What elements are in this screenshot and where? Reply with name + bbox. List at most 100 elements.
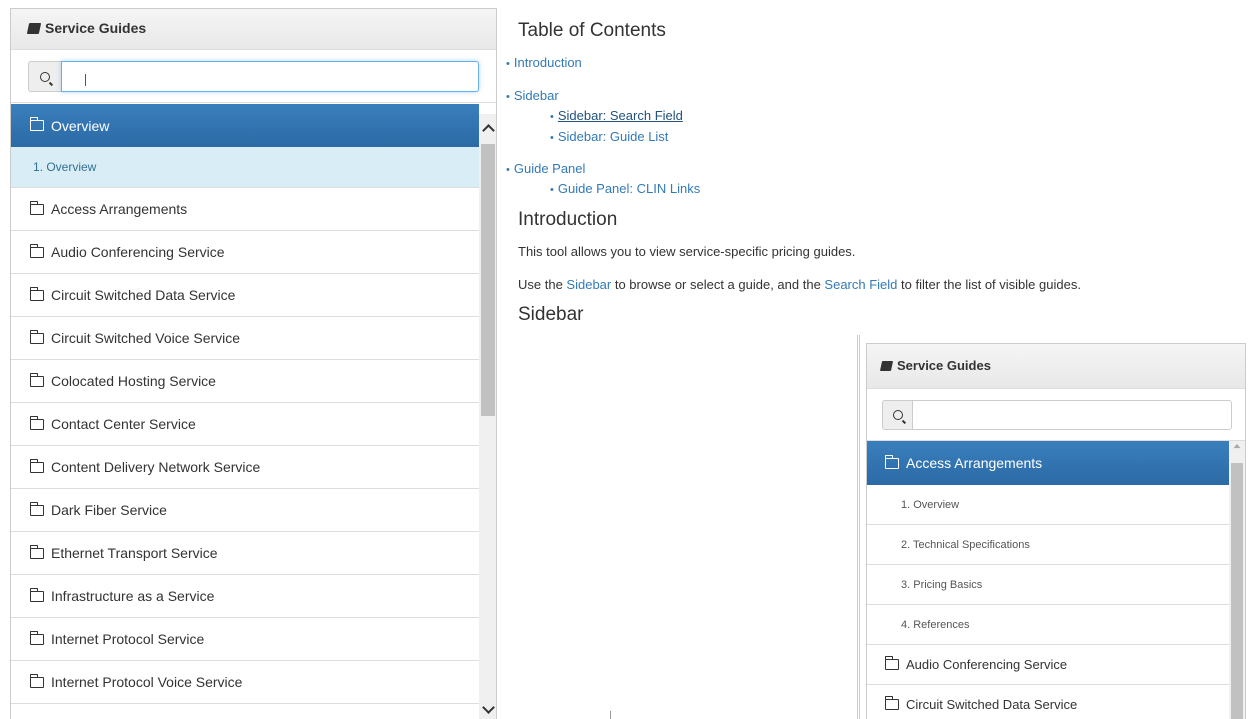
list-item[interactable]: Audio Conferencing Service — [11, 231, 479, 274]
illustration-frame: Service Guides Access Arrangements 1. Ov… — [866, 343, 1246, 719]
list-item-label: Internet Protocol Voice Service — [51, 674, 243, 690]
scroll-up-icon[interactable] — [479, 114, 496, 142]
list-item[interactable]: Circuit Switched Voice Service — [11, 317, 479, 360]
folder-icon — [29, 372, 44, 387]
illustration-title: Service Guides — [897, 358, 991, 373]
list-item-label: Content Delivery Network Service — [51, 459, 261, 475]
list-item-label: Colocated Hosting Service — [51, 373, 216, 389]
illustration-sub-label: 1. Overview — [901, 498, 960, 511]
toc-link-sidebar-list[interactable]: Sidebar: Guide List — [558, 129, 669, 144]
illustration-sub-item: 1. Overview — [867, 485, 1229, 525]
list-item[interactable]: Internet Protocol Voice Service — [11, 661, 479, 704]
list-item[interactable]: Ethernet Transport Service — [11, 532, 479, 575]
folder-icon — [29, 458, 44, 473]
folder-icon — [29, 200, 44, 215]
search-field-link[interactable]: Search Field — [824, 277, 897, 292]
toc-link-guide-panel-clin[interactable]: Guide Panel: CLIN Links — [558, 181, 700, 196]
guide-list: Overview 1. Overview Access Arrangements… — [11, 104, 479, 704]
folder-icon — [29, 415, 44, 430]
toc-link-guide-panel[interactable]: Guide Panel — [514, 161, 586, 176]
toc-item-introduction: • Introduction — [506, 55, 582, 70]
list-item[interactable]: Content Delivery Network Service — [11, 446, 479, 489]
toc-item-guide-panel-clin: • Guide Panel: CLIN Links — [550, 181, 701, 196]
folder-icon — [29, 544, 44, 559]
toc-item-sidebar: • Sidebar — [506, 88, 559, 103]
illustration-item-active: Access Arrangements — [867, 441, 1229, 485]
illustration-sub-label: 4. References — [901, 618, 970, 631]
search-input[interactable] — [61, 61, 479, 92]
folder-icon — [29, 329, 44, 344]
illustration-sub-item: 3. Pricing Basics — [867, 565, 1229, 605]
toc-item-guide-panel: • Guide Panel — [506, 161, 586, 176]
toc-item-sidebar-list: • Sidebar: Guide List — [550, 129, 669, 144]
illustration-item-label: Audio Conferencing Service — [906, 657, 1068, 672]
toc-title: Table of Contents — [518, 20, 666, 41]
sidebar-search — [11, 50, 496, 103]
list-item[interactable]: Contact Center Service — [11, 403, 479, 446]
list-item-label: Circuit Switched Voice Service — [51, 330, 241, 346]
toc-link-sidebar[interactable]: Sidebar — [514, 88, 559, 103]
list-item-label: Circuit Switched Data Service — [51, 287, 236, 303]
scroll-down-icon[interactable] — [479, 700, 496, 719]
illustration-item: Audio Conferencing Service — [867, 645, 1229, 685]
search-icon — [28, 61, 61, 92]
sidebar-header: Service Guides — [11, 9, 496, 50]
illustration-search — [867, 389, 1245, 441]
sub-item-overview[interactable]: 1. Overview — [11, 147, 479, 188]
illustration-search-input — [912, 400, 1232, 430]
list-item-label: Infrastructure as a Service — [51, 588, 215, 604]
folder-icon — [29, 286, 44, 301]
list-item[interactable]: Internet Protocol Service — [11, 618, 479, 661]
scroll-thumb[interactable] — [481, 144, 495, 416]
book-icon — [879, 361, 894, 371]
list-item-label: Ethernet Transport Service — [51, 545, 218, 561]
intro-text: to browse or select a guide, and the — [611, 277, 825, 292]
toc-link-introduction[interactable]: Introduction — [514, 55, 582, 70]
intro-text: to filter the list of visible guides. — [897, 277, 1081, 292]
intro-paragraph-1: This tool allows you to view service-spe… — [518, 244, 856, 259]
list-item-label: Contact Center Service — [51, 416, 196, 432]
sidebar-heading: Sidebar — [518, 304, 584, 325]
folder-icon — [29, 501, 44, 516]
folder-icon — [29, 243, 44, 258]
list-item[interactable]: Circuit Switched Data Service — [11, 274, 479, 317]
text-cursor — [85, 74, 86, 86]
list-item-label: Audio Conferencing Service — [51, 244, 225, 260]
sidebar-title: Service Guides — [45, 20, 147, 36]
list-item-label: Overview — [51, 117, 110, 134]
list-item-overview[interactable]: Overview — [11, 104, 479, 147]
toc-item-sidebar-search: • Sidebar: Search Field — [550, 108, 683, 123]
folder-icon — [884, 696, 899, 710]
list-item[interactable]: Infrastructure as a Service — [11, 575, 479, 618]
illustration-item-label: Access Arrangements — [906, 455, 1043, 471]
list-item[interactable]: Access Arrangements — [11, 188, 479, 231]
intro-text: Use the — [518, 277, 567, 292]
illustration-list: Access Arrangements 1. Overview 2. Techn… — [867, 441, 1229, 719]
folder-icon — [29, 587, 44, 602]
illustration-scroll-thumb — [1231, 463, 1243, 719]
illustration-sub-item: 2. Technical Specifications — [867, 525, 1229, 565]
folder-icon — [884, 656, 899, 670]
toc-link-sidebar-search[interactable]: Sidebar: Search Field — [558, 108, 683, 123]
list-item-label: Access Arrangements — [51, 201, 188, 217]
folder-icon — [29, 630, 44, 645]
illustration-sub-label: 3. Pricing Basics — [901, 578, 983, 591]
introduction-heading: Introduction — [518, 209, 618, 230]
sidebar-scrollbar[interactable] — [479, 114, 496, 719]
illustration-sub-item: 4. References — [867, 605, 1229, 645]
list-item[interactable]: Colocated Hosting Service — [11, 360, 479, 403]
sub-item-label: 1. Overview — [33, 160, 97, 174]
list-item[interactable]: Dark Fiber Service — [11, 489, 479, 532]
list-item-label: Internet Protocol Service — [51, 631, 205, 647]
sidebar-link[interactable]: Sidebar — [566, 277, 611, 292]
sidebar: Service Guides Overview 1. Overview Acce… — [10, 8, 497, 719]
illustration-item-label: Circuit Switched Data Service — [906, 697, 1078, 712]
illustration-scrollbar — [1229, 441, 1245, 719]
search-icon — [882, 400, 912, 430]
mouse-cursor — [610, 711, 611, 719]
sidebar-illustration: Service Guides Access Arrangements 1. Ov… — [857, 335, 1250, 719]
illustration-header: Service Guides — [867, 344, 1245, 389]
intro-paragraph-2: Use the Sidebar to browse or select a gu… — [518, 277, 1081, 292]
illustration-item: Circuit Switched Data Service — [867, 685, 1229, 719]
book-icon — [26, 23, 42, 34]
